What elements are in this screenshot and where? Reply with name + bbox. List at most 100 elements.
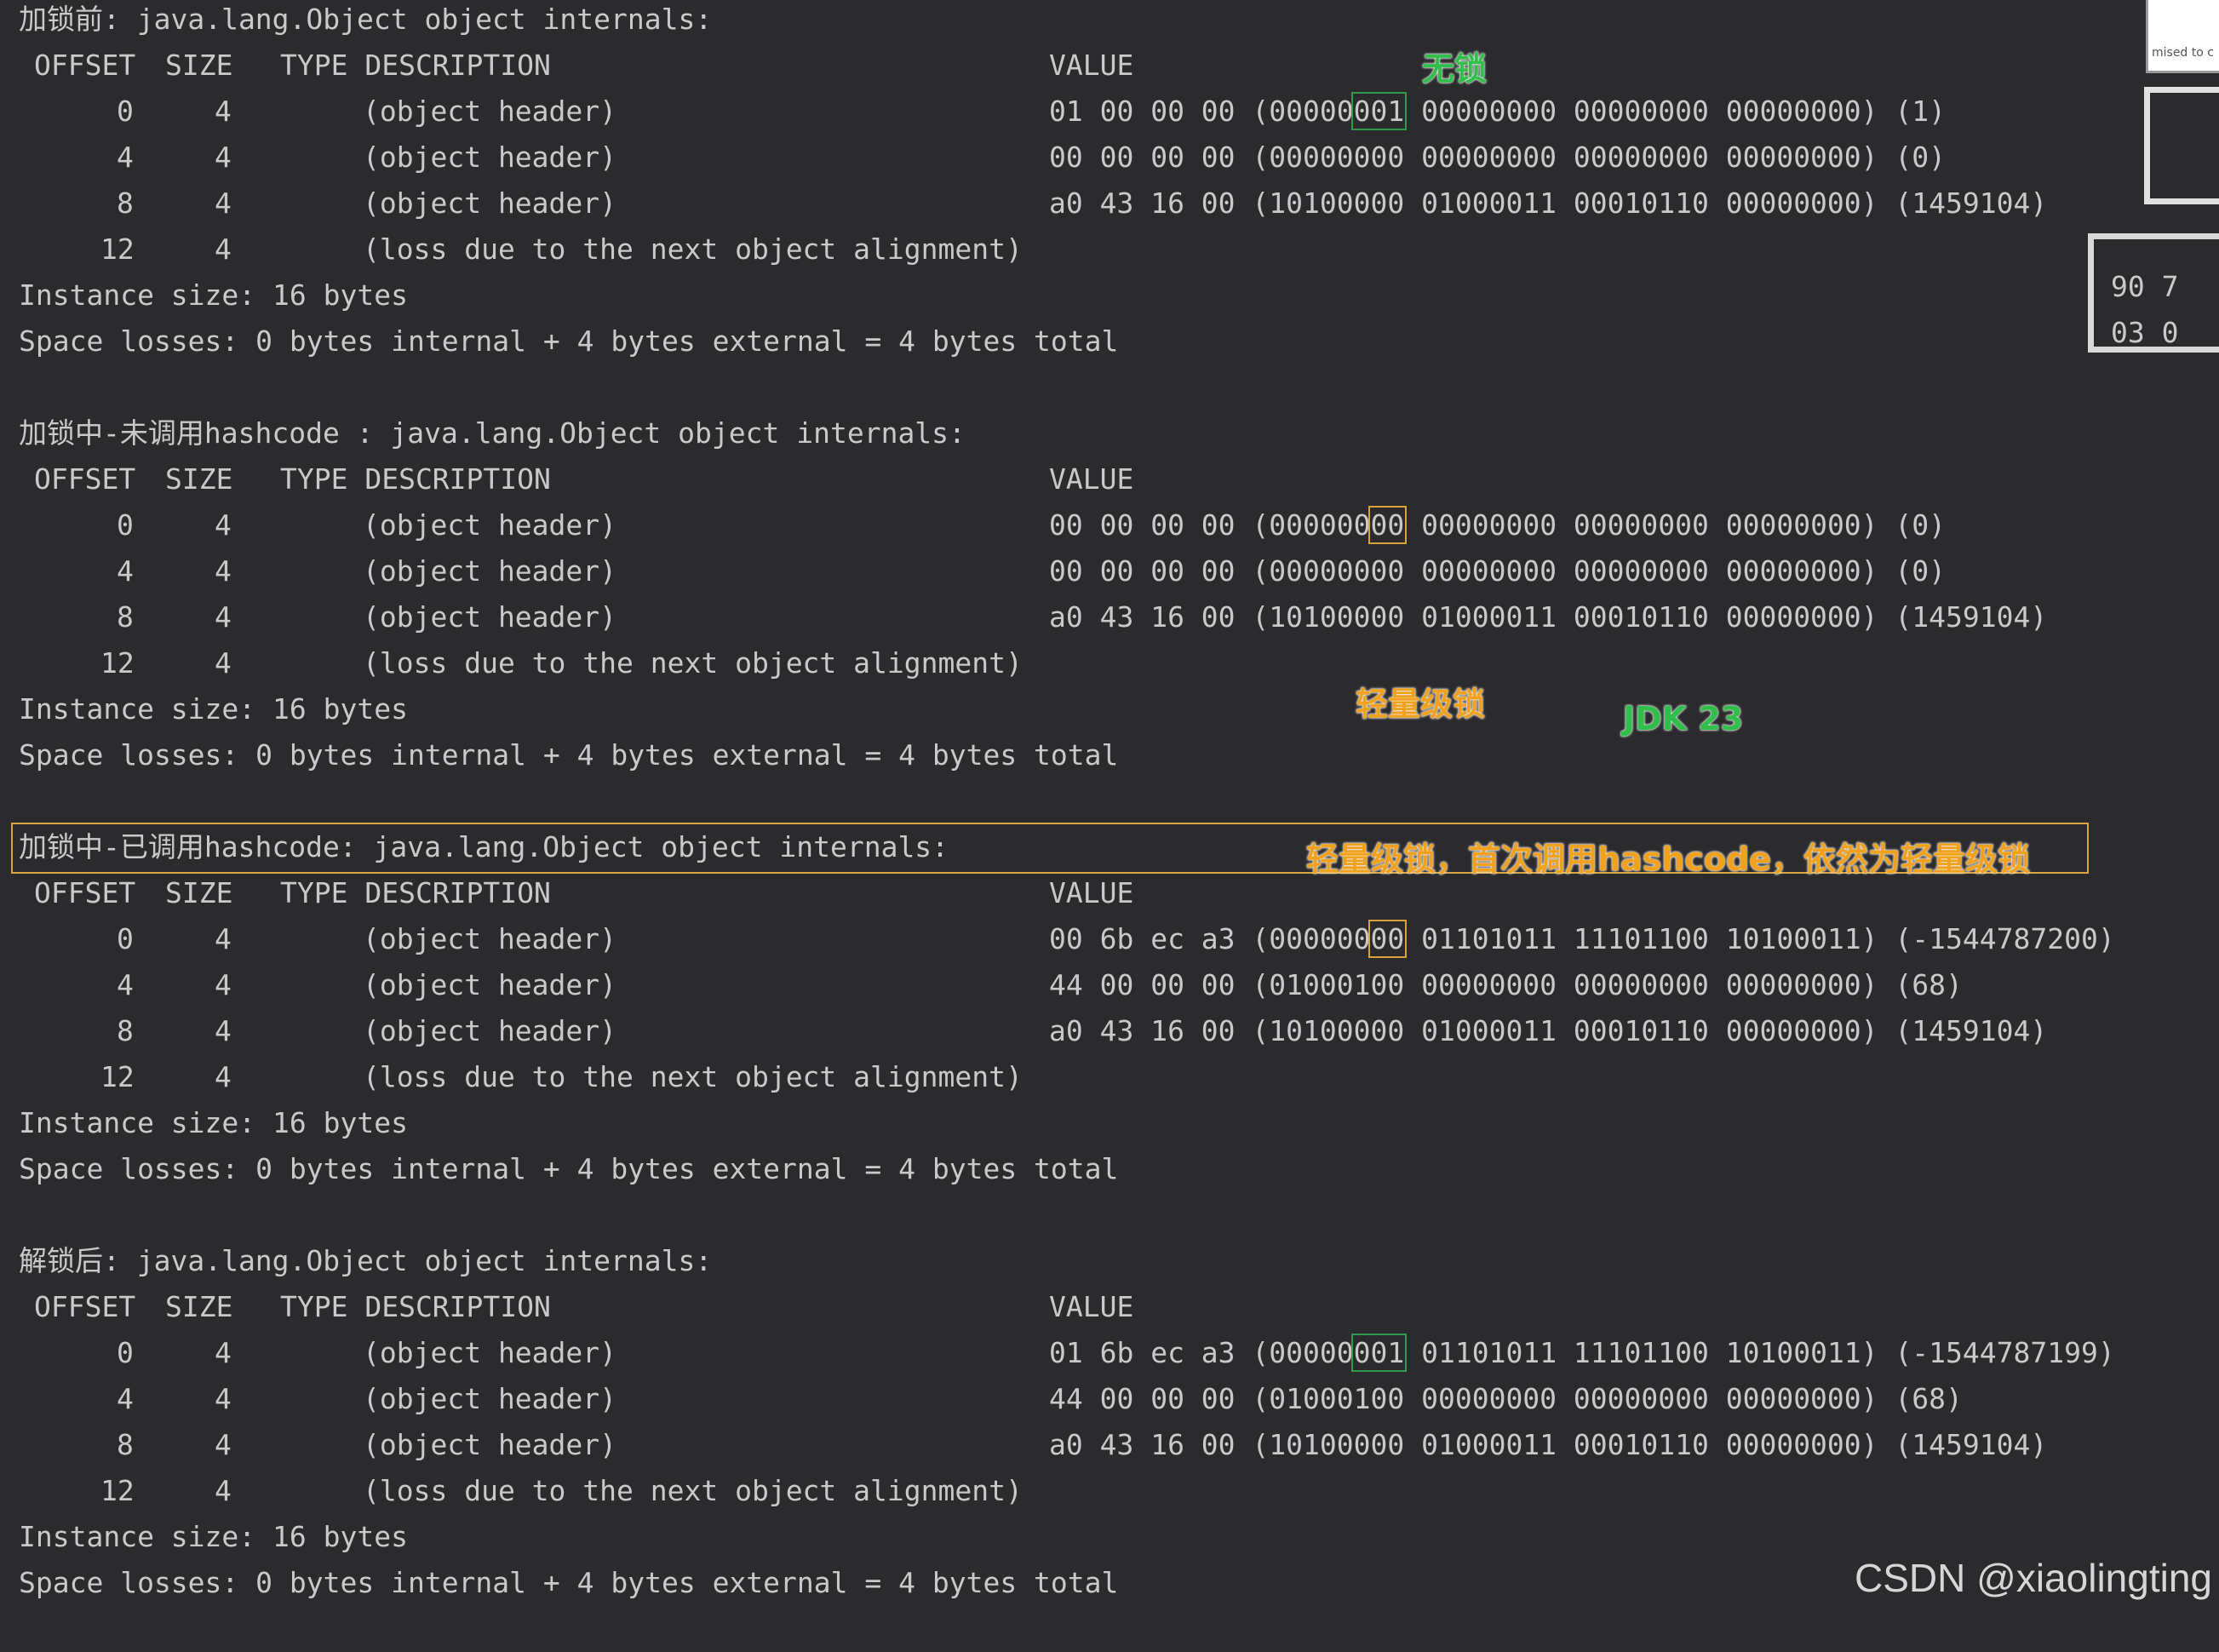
value-cell: 01 6b ec a3 (00000001 01101011 11101100 … [1049, 1334, 2115, 1372]
value-cell: 00 6b ec a3 (00000000 01101011 11101100 … [1049, 920, 2115, 958]
value-cell: 44 00 00 00 (01000100 00000000 00000000 … [1049, 968, 1963, 1001]
offset-cell: 0 [117, 95, 134, 128]
lock-bits-highlight: 001 [1350, 92, 1408, 130]
offset-cell: 12 [100, 1060, 135, 1093]
size-cell: 4 [215, 646, 232, 680]
offset-header: OFFSET [34, 876, 136, 909]
value-cell: 00 00 00 00 (00000000 00000000 00000000 … [1049, 554, 1947, 588]
size-cell: 4 [215, 600, 232, 634]
value-cell: a0 43 16 00 (10100000 01000011 00010110 … [1049, 186, 2048, 220]
description-cell: (object header) [363, 508, 617, 542]
value-cell: 00 00 00 00 (00000000 00000000 00000000 … [1049, 506, 1947, 544]
description-cell: (object header) [363, 554, 617, 588]
table-row: 12 4 (loss due to the next object alignm… [0, 227, 1023, 272]
offset-header: OFFSET [34, 49, 136, 82]
description-cell: (object header) [363, 95, 617, 128]
size-cell: 4 [215, 95, 232, 128]
section-2-header-row: OFFSET SIZE TYPE DESCRIPTION VALUE [0, 456, 1133, 502]
table-row: 8 4 (object header) a0 43 16 00 (1010000… [0, 594, 2047, 640]
table-row: 0 4 (object header) 00 00 00 00 (0000000… [0, 502, 1946, 548]
cropped-value-panel: VAL 90 7 03 0 [2088, 233, 2219, 353]
offset-cell: 12 [100, 1474, 135, 1507]
lock-bits-highlight: 001 [1350, 1334, 1408, 1372]
lightweight-hashcode-annotation: 轻量级锁，首次调用hashcode，依然为轻量级锁 [1306, 840, 2030, 878]
value-cell: 44 00 00 00 (01000100 00000000 00000000 … [1049, 1382, 1963, 1415]
size-header: SIZE [165, 876, 233, 909]
cropped-frame [2144, 87, 2219, 204]
value-header: VALUE [1049, 462, 1134, 496]
size-cell: 4 [215, 1428, 232, 1461]
size-cell: 4 [215, 1382, 232, 1415]
description-cell: (object header) [363, 141, 617, 174]
size-cell: 4 [215, 922, 232, 955]
description-cell: (object header) [363, 600, 617, 634]
type-description-header: TYPE DESCRIPTION [280, 462, 551, 496]
value-header: VALUE [1049, 49, 1134, 82]
offset-cell: 12 [100, 646, 135, 680]
size-header: SIZE [165, 1290, 233, 1323]
size-cell: 4 [215, 508, 232, 542]
offset-cell: 8 [117, 600, 134, 634]
value-cell: 00 00 00 00 (00000000 00000000 00000000 … [1049, 141, 1947, 174]
table-row: 8 4 (object header) a0 43 16 00 (1010000… [0, 1422, 2047, 1468]
section-3-header-row: OFFSET SIZE TYPE DESCRIPTION VALUE [0, 870, 1133, 916]
type-description-header: TYPE DESCRIPTION [280, 876, 551, 909]
offset-header: OFFSET [34, 1290, 136, 1323]
offset-cell: 8 [117, 186, 134, 220]
size-cell: 4 [215, 554, 232, 588]
size-cell: 4 [215, 141, 232, 174]
size-cell: 4 [215, 1014, 232, 1047]
value-cell: 01 00 00 00 (00000001 00000000 00000000 … [1049, 92, 1947, 130]
value-cell: a0 43 16 00 (10100000 01000011 00010110 … [1049, 1014, 2048, 1047]
lock-bits-highlight: 00 [1368, 506, 1408, 544]
description-cell: (object header) [363, 968, 617, 1001]
description-cell: (object header) [363, 1428, 617, 1461]
size-cell: 4 [215, 1474, 232, 1507]
offset-cell: 12 [100, 232, 135, 266]
table-row: 12 4 (loss due to the next object alignm… [0, 640, 1023, 686]
description-cell: (loss due to the next object alignment) [363, 232, 1023, 266]
offset-cell: 4 [117, 968, 134, 1001]
table-row: 0 4 (object header) 00 6b ec a3 (0000000… [0, 916, 2115, 962]
value-header: VALUE [1049, 1290, 1134, 1323]
size-header: SIZE [165, 462, 233, 496]
offset-cell: 8 [117, 1428, 134, 1461]
description-cell: (object header) [363, 186, 617, 220]
value-cell: a0 43 16 00 (10100000 01000011 00010110 … [1049, 600, 2048, 634]
table-row: 12 4 (loss due to the next object alignm… [0, 1054, 1023, 1100]
description-cell: (object header) [363, 1336, 617, 1369]
table-row: 8 4 (object header) a0 43 16 00 (1010000… [0, 181, 2047, 227]
lightweight-lock-annotation: 轻量级锁 [1356, 685, 1486, 723]
offset-cell: 0 [117, 1336, 134, 1369]
table-row: 4 4 (object header) 44 00 00 00 (0100010… [0, 1376, 1963, 1422]
size-cell: 4 [215, 1336, 232, 1369]
type-description-header: TYPE DESCRIPTION [280, 1290, 551, 1323]
table-row: 4 4 (object header) 44 00 00 00 (0100010… [0, 962, 1963, 1008]
size-cell: 4 [215, 232, 232, 266]
description-cell: (loss due to the next object alignment) [363, 646, 1023, 680]
value-cell: a0 43 16 00 (10100000 01000011 00010110 … [1049, 1428, 2048, 1461]
lock-bits-highlight: 00 [1368, 920, 1408, 958]
description-cell: (object header) [363, 1382, 617, 1415]
description-cell: (object header) [363, 1014, 617, 1047]
section-1-header-row: OFFSET SIZE TYPE DESCRIPTION VALUE [0, 43, 1133, 89]
section-4-header-row: OFFSET SIZE TYPE DESCRIPTION VALUE [0, 1284, 1133, 1330]
description-cell: (object header) [363, 922, 617, 955]
description-cell: (loss due to the next object alignment) [363, 1474, 1023, 1507]
type-description-header: TYPE DESCRIPTION [280, 49, 551, 82]
table-row: 12 4 (loss due to the next object alignm… [0, 1468, 1023, 1514]
offset-cell: 4 [117, 1382, 134, 1415]
size-cell: 4 [215, 186, 232, 220]
size-header: SIZE [165, 49, 233, 82]
offset-cell: 0 [117, 508, 134, 542]
offset-cell: 4 [117, 554, 134, 588]
offset-cell: 4 [117, 141, 134, 174]
cropped-snippet-panel: mised to c [2146, 0, 2219, 73]
offset-cell: 8 [117, 1014, 134, 1047]
table-row: 0 4 (object header) 01 6b ec a3 (0000000… [0, 1330, 2115, 1376]
no-lock-annotation: 无锁 [1422, 50, 1488, 88]
csdn-watermark: CSDN @xiaolingting [1855, 1556, 2212, 1600]
description-cell: (loss due to the next object alignment) [363, 1060, 1023, 1093]
table-row: 4 4 (object header) 00 00 00 00 (0000000… [0, 548, 1946, 594]
offset-header: OFFSET [34, 462, 136, 496]
